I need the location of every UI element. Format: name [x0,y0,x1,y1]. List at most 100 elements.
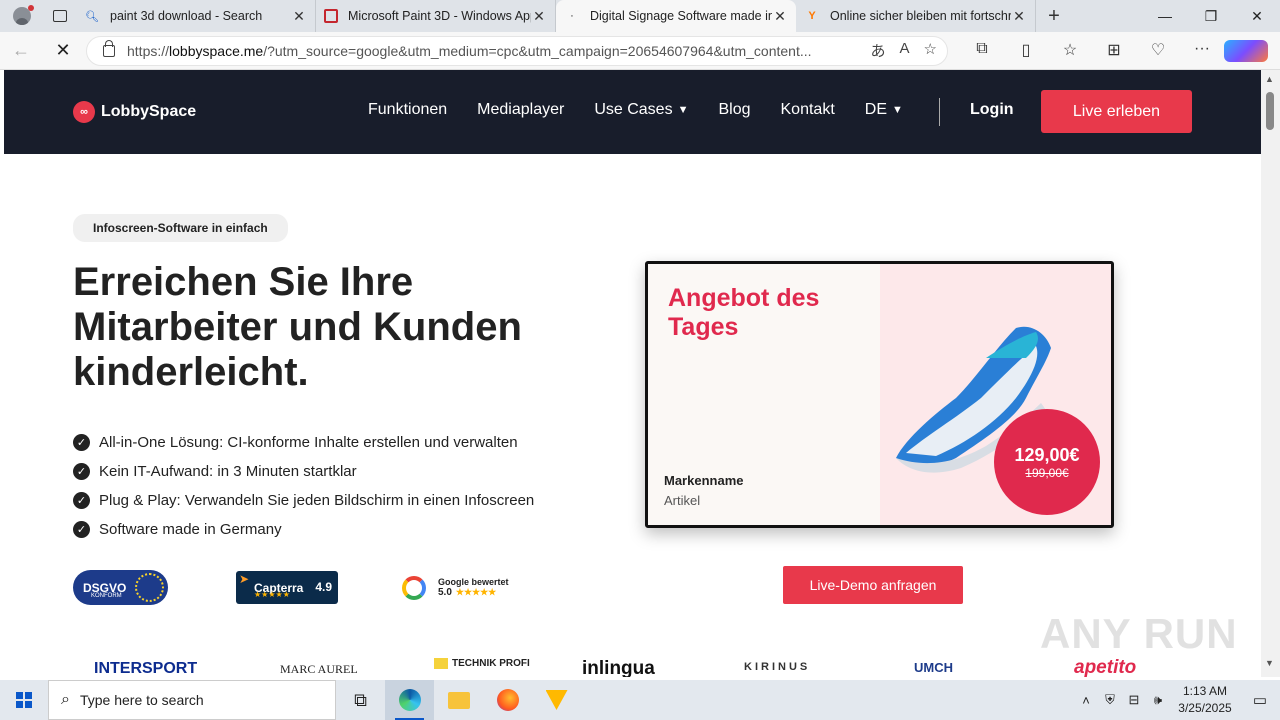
checkmark-icon: ✓ [73,521,90,538]
language-label: DE [864,101,887,118]
feature-list: ✓ All-in-One Lösung: CI-konforme Inhalte … [73,428,534,544]
dsgvo-sub-label: KONFORM [91,593,122,599]
firefox-icon[interactable] [483,680,532,720]
maximize-button[interactable]: ❐ [1188,0,1234,32]
capterra-arrow-icon: ➤ [239,572,250,586]
file-explorer-icon[interactable] [434,680,483,720]
inlingua-logo: inlingua [582,658,655,677]
tab-search[interactable]: 🔍︎ paint 3d download - Search ✕ [76,0,316,32]
tab-title: Digital Signage Software made in [590,9,772,23]
close-tab-icon[interactable]: ✕ [772,8,788,25]
scrollbar-thumb[interactable] [1266,92,1274,130]
lobbyspace-logo-icon: ∞ [73,101,95,123]
language-select[interactable]: DE ▼ [865,101,903,119]
site-logo[interactable]: ∞ LobbySpace [73,101,196,123]
intersport-logo: INTERSPORT [94,660,198,677]
brand-name: Markenname [664,473,744,488]
umch-logo: UMCH [914,660,953,675]
task-view-button[interactable]: ⧉ [336,680,385,720]
address-toolbar: ← ✕ https://lobbyspace.me/?utm_source=go… [0,32,1280,70]
search-icon: ⌕ [61,691,70,708]
clock-time: 1:13 AM [1182,684,1228,698]
tab-paint3d[interactable]: Microsoft Paint 3D - Windows Apps ✕ [316,0,556,32]
stop-loading-button[interactable]: ✕ [42,40,84,61]
feature-text: Kein IT-Aufwand: in 3 Minuten startklar [99,463,357,480]
close-tab-icon[interactable]: ✕ [1011,8,1027,25]
url-text[interactable]: https://lobbyspace.me/?utm_source=google… [127,43,861,59]
page-scrollbar[interactable]: ▲ ▼ [1261,70,1280,677]
translate-icon[interactable]: あ [871,40,886,61]
demo-request-button[interactable]: Live-Demo anfragen [783,566,963,604]
scroll-up-arrow-icon[interactable]: ▲ [1265,74,1274,84]
windows-logo-icon [16,692,32,708]
copilot-icon[interactable] [1224,39,1268,62]
close-tab-icon[interactable]: ✕ [531,8,547,25]
promo-title: Angebot des Tages [668,284,820,341]
trust-seals: DSGVO KONFORM ➤ Capterra ★★★★★ 4.9 Googl… [73,570,509,605]
google-icon [402,575,426,600]
rating-stars-icon: ★★★★★ [455,587,497,597]
price-badge: 129,00€ 199,00€ [994,409,1100,515]
article-name: Artikel [664,493,701,508]
favorites-icon[interactable]: ☆ [1048,40,1092,62]
nav-use-cases-label: Use Cases [594,101,673,118]
live-erleben-button[interactable]: Live erleben [1041,90,1192,133]
notifications-icon[interactable]: ▭ [1240,691,1280,709]
network-icon[interactable]: ⊟ [1122,692,1146,708]
site-header: ∞ LobbySpace Funktionen Mediaplayer Use … [4,70,1261,154]
kirinus-logo: KIRINUS [744,661,811,673]
tab-actions-icon[interactable] [44,0,76,32]
avast-icon: Y [808,10,816,22]
price-old: 199,00€ [1025,465,1069,480]
search-placeholder: Type here to search [79,692,204,708]
close-window-button[interactable]: ✕ [1234,0,1280,32]
new-tab-button[interactable]: + [1036,5,1072,28]
nav-mediaplayer[interactable]: Mediaplayer [477,101,564,119]
tab-avast[interactable]: Y Online sicher bleiben mit fortschr ✕ [796,0,1036,32]
list-item: ✓ All-in-One Lösung: CI-konforme Inhalte … [73,428,534,457]
close-tab-icon[interactable]: ✕ [291,8,307,25]
nav-blog[interactable]: Blog [718,101,750,119]
favorite-star-icon[interactable]: ☆ [924,40,937,61]
eu-stars-icon [135,573,164,602]
login-link[interactable]: Login [970,101,1014,119]
list-item: ✓ Software made in Germany [73,515,534,544]
split-screen-icon[interactable]: ▯ [1004,40,1048,62]
nav-funktionen[interactable]: Funktionen [368,101,447,119]
google-rating-label: Google bewertet [438,577,509,587]
volume-icon[interactable]: 🕪︎ [1146,692,1170,708]
profile-avatar-icon[interactable] [0,0,44,32]
system-tray: ˄ ⛨ ⊟ 🕪︎ 1:13 AM 3/25/2025 ▭ [1074,680,1280,720]
browser-essentials-icon[interactable]: ♡ [1136,40,1180,62]
read-aloud-icon[interactable]: A [900,40,910,61]
nav-kontakt[interactable]: Kontakt [781,101,835,119]
minimize-button[interactable]: — [1142,0,1188,32]
list-item: ✓ Kein IT-Aufwand: in 3 Minuten startklar [73,457,534,486]
tab-lobbyspace[interactable]: · Digital Signage Software made in ✕ [556,0,796,32]
nav-use-cases[interactable]: Use Cases ▼ [594,101,688,119]
clock[interactable]: 1:13 AM 3/25/2025 [1170,683,1240,717]
capterra-seal: ➤ Capterra ★★★★★ 4.9 [236,571,338,604]
power-bi-icon[interactable] [532,680,581,720]
signage-preview: Angebot des Tages Markenname Artikel 129… [645,261,1114,528]
price-now: 129,00€ [1014,444,1080,465]
taskbar-search[interactable]: ⌕ Type here to search [48,680,336,720]
security-icon[interactable]: ⛨ [1098,692,1122,708]
clock-date: 3/25/2025 [1178,701,1232,715]
tab-title: Online sicher bleiben mit fortschr [830,9,1011,23]
edge-taskbar-icon[interactable] [385,680,434,720]
hero-badge: Infoscreen-Software in einfach [73,214,288,242]
extensions-icon[interactable]: ⧉ [960,40,1004,62]
dsgvo-seal: DSGVO KONFORM [73,570,168,605]
start-button[interactable] [0,680,48,720]
chevron-up-icon[interactable]: ˄ [1074,693,1098,708]
tab-title: paint 3d download - Search [110,9,263,23]
collections-icon[interactable]: ⊞ [1092,40,1136,62]
search-icon: 🔍︎ [85,10,99,23]
url-bar[interactable]: https://lobbyspace.me/?utm_source=google… [86,35,948,66]
more-options-icon[interactable]: ··· [1180,40,1224,62]
chevron-down-icon: ▼ [892,104,903,116]
lock-icon[interactable] [103,39,115,57]
scroll-down-arrow-icon[interactable]: ▼ [1265,658,1274,668]
back-button[interactable]: ← [0,40,42,61]
